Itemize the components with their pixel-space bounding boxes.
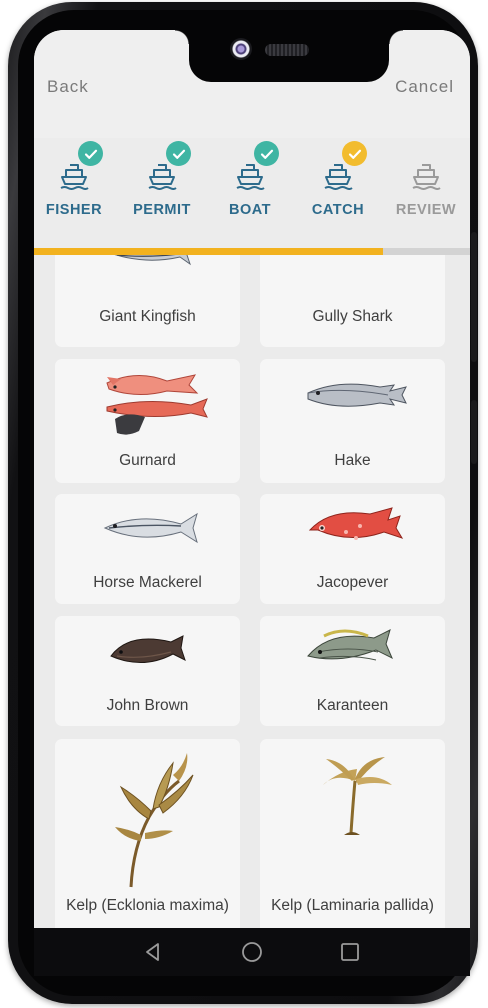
step-label: BOAT	[228, 202, 271, 218]
power-button	[471, 400, 477, 464]
triangle-back-icon[interactable]	[140, 939, 166, 965]
square-recents-icon[interactable]	[337, 939, 363, 965]
fish-name: Gully Shark	[312, 308, 393, 325]
check-icon	[166, 141, 191, 166]
boat-icon	[236, 164, 265, 190]
fish-card-gurnard[interactable]: Gurnard	[55, 359, 240, 483]
fish-card-jacopever[interactable]: Jacopever	[260, 494, 445, 604]
fish-card-karanteen[interactable]: Karanteen	[260, 616, 445, 726]
john-brown-image	[110, 635, 186, 664]
kelp-ecklonia-image	[115, 753, 194, 888]
app-screen: Back Cancel FISHER PERMIT BOAT CATCH REV…	[34, 30, 470, 928]
fish-card-horse-mackerel[interactable]: Horse Mackerel	[55, 494, 240, 604]
hake-image	[307, 383, 407, 407]
notch	[175, 30, 389, 82]
fish-name: John Brown	[106, 697, 189, 714]
fish-card-gully-shark[interactable]: Gully Shark	[260, 255, 445, 347]
fish-name: Jacopever	[316, 574, 389, 591]
fish-card-kelp-laminaria[interactable]: Kelp (Laminaria pallida)	[260, 739, 445, 928]
cancel-button[interactable]: Cancel	[395, 77, 454, 97]
step-boat[interactable]: BOAT	[208, 138, 292, 248]
fish-name: Karanteen	[316, 697, 389, 714]
step-label: CATCH	[311, 202, 365, 218]
gurnard-image	[106, 374, 208, 435]
progress-bar	[34, 248, 470, 255]
fish-name: Kelp (Laminaria pallida)	[271, 897, 434, 914]
giant-kingfish-image	[114, 255, 191, 266]
step-permit[interactable]: PERMIT	[120, 138, 204, 248]
fish-card-giant-kingfish[interactable]: Giant Kingfish	[55, 255, 240, 347]
kelp-laminaria-image	[323, 757, 392, 835]
check-icon	[254, 141, 279, 166]
boat-icon	[412, 164, 441, 190]
fish-name: Kelp (Ecklonia maxima)	[66, 897, 229, 914]
step-label: REVIEW	[395, 202, 457, 218]
boat-icon	[60, 164, 89, 190]
check-icon	[342, 141, 367, 166]
back-button[interactable]: Back	[47, 77, 89, 97]
jacopever-image	[308, 507, 404, 540]
step-review[interactable]: REVIEW	[384, 138, 468, 248]
check-icon	[78, 141, 103, 166]
fish-name: Gurnard	[119, 452, 176, 469]
fish-card-kelp-ecklonia[interactable]: Kelp (Ecklonia maxima)	[55, 739, 240, 928]
fish-grid: Giant Kingfish Gully Shark Gurnard Hake …	[34, 255, 470, 928]
fish-name: Giant Kingfish	[99, 308, 196, 325]
boat-icon	[324, 164, 353, 190]
step-label: PERMIT	[133, 202, 191, 218]
step-label: FISHER	[45, 202, 103, 218]
android-nav-bar	[34, 928, 470, 976]
step-catch[interactable]: CATCH	[296, 138, 380, 248]
progress-bar-fill	[34, 248, 383, 255]
boat-icon	[148, 164, 177, 190]
fish-name: Hake	[334, 452, 371, 469]
fish-name: Horse Mackerel	[93, 574, 202, 591]
fish-card-john-brown[interactable]: John Brown	[55, 616, 240, 726]
front-camera-icon	[230, 38, 252, 60]
step-fisher[interactable]: FISHER	[34, 138, 116, 248]
earpiece-speaker	[265, 44, 309, 56]
karanteen-image	[307, 629, 393, 661]
progress-stepper: FISHER PERMIT BOAT CATCH REVIEW	[34, 138, 470, 248]
volume-button	[471, 232, 477, 362]
circle-home-icon[interactable]	[239, 939, 265, 965]
horse-mackerel-image	[103, 512, 198, 544]
fish-card-hake[interactable]: Hake	[260, 359, 445, 483]
